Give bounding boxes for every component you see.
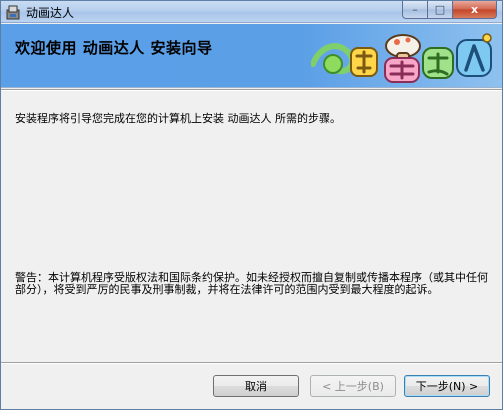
installer-window: 动画达人 – □ x 欢迎使用 动画达人 安装向导 安装程序将引导您完成在您的计… [0, 0, 503, 410]
next-button[interactable]: 下一步(N) > [404, 375, 490, 397]
banner-divider [1, 89, 502, 91]
footer-divider [1, 362, 502, 364]
copyright-warning: 警告：本计算机程序受版权法和国际条约保护。如未经授权而擅自复制或传播本程序（或其… [15, 271, 488, 296]
banner-title: 欢迎使用 动画达人 安装向导 [15, 39, 213, 57]
minimize-button[interactable]: – [402, 1, 428, 19]
caption-buttons: – □ x [402, 1, 497, 19]
colorful-cartoon-logo-icon [311, 33, 492, 83]
installer-app-icon [6, 5, 20, 20]
window-title: 动画达人 [26, 6, 75, 20]
cancel-button[interactable]: 取消 [213, 375, 299, 397]
maximize-button[interactable]: □ [428, 1, 453, 19]
title-bar[interactable]: 动画达人 – □ x [1, 1, 502, 23]
back-button[interactable]: < 上一步(B) [310, 375, 396, 397]
close-button[interactable]: x [453, 1, 497, 19]
wizard-banner: 欢迎使用 动画达人 安装向导 [1, 24, 502, 88]
intro-text: 安装程序将引导您完成在您的计算机上安装 动画达人 所需的步骤。 [15, 112, 341, 125]
